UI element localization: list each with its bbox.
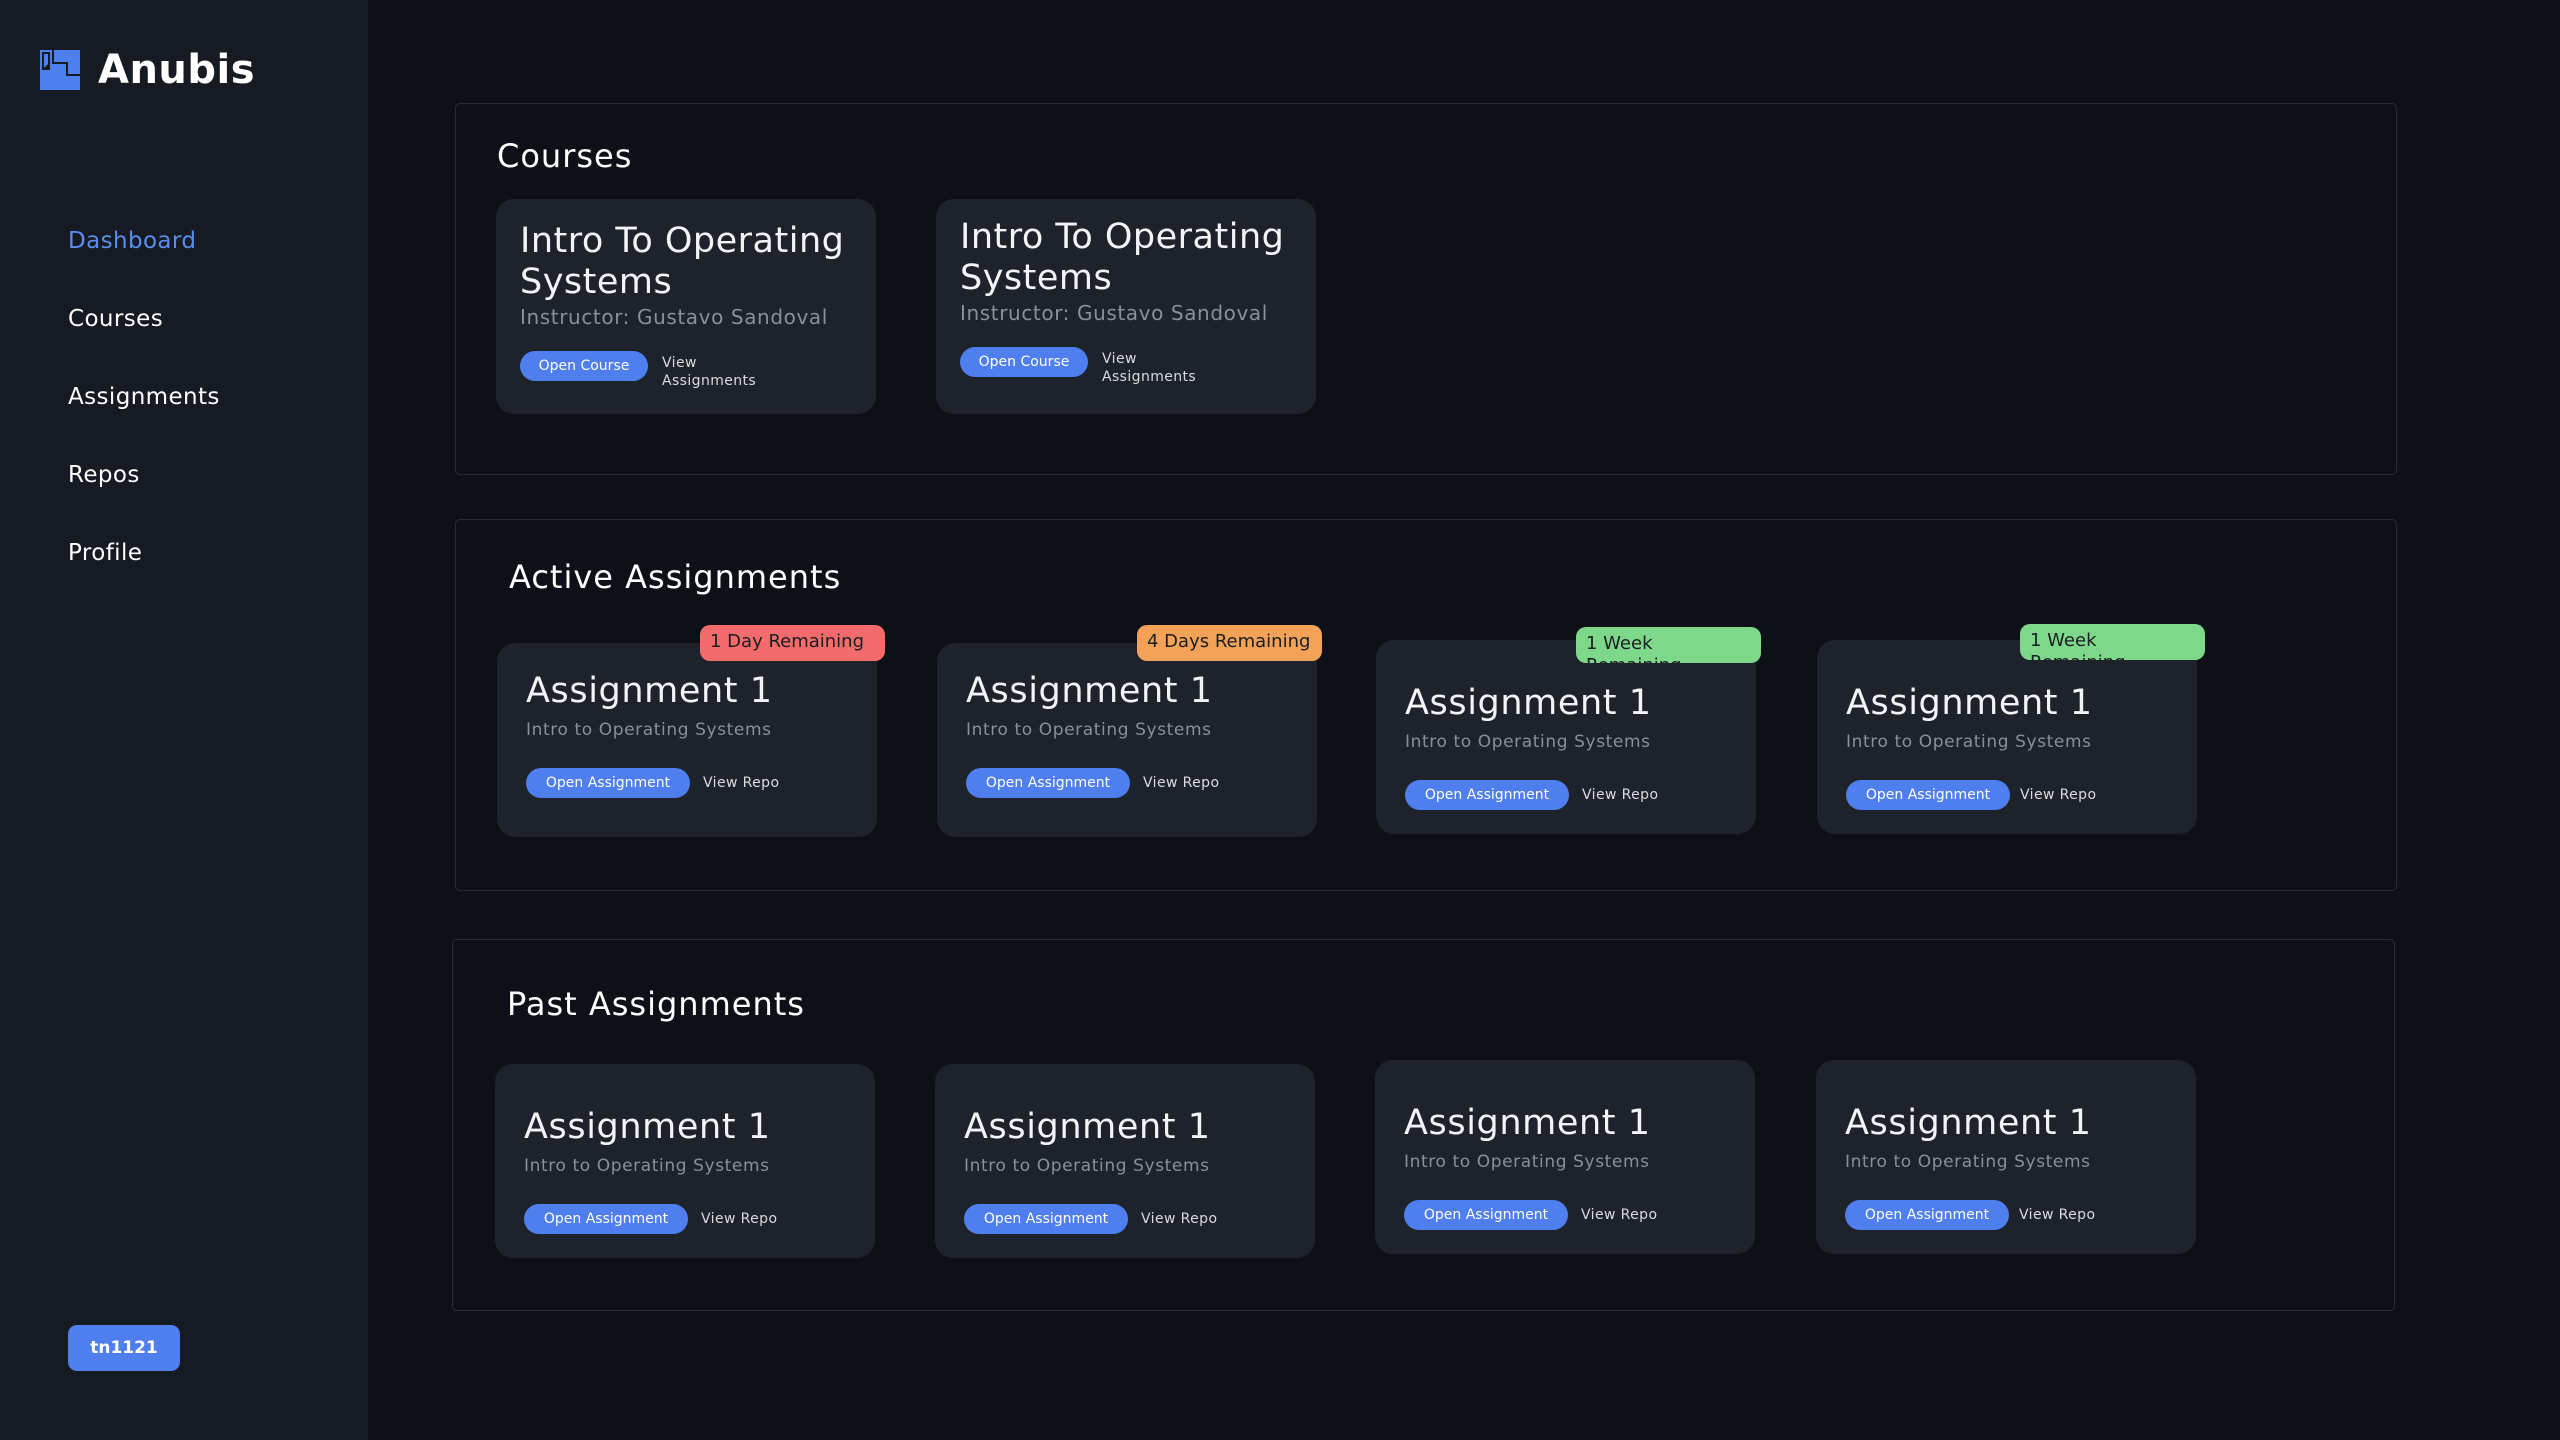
course-instructor: Instructor: Gustavo Sandoval [960,301,1268,325]
sidebar-item-profile[interactable]: Profile [68,532,220,610]
course-name: Intro To Operating Systems [960,217,1285,298]
sidebar-item-courses[interactable]: Courses [68,298,220,376]
sidebar-nav: Dashboard Courses Assignments Repos Prof… [68,220,220,610]
app-name: Anubis [98,47,256,93]
assignment-course: Intro to Operating Systems [524,1156,770,1176]
assignment-course: Intro to Operating Systems [526,720,772,740]
anubis-logo-icon [40,50,80,90]
open-assignment-button[interactable]: Open Assignment [964,1204,1128,1234]
assignment-card: Assignment 1 Intro to Operating Systems … [495,1064,875,1258]
assignment-course: Intro to Operating Systems [964,1156,1210,1176]
deadline-badge: 4 Days Remaining [1137,625,1322,661]
open-assignment-button[interactable]: Open Assignment [524,1204,688,1234]
course-name: Intro To Operating Systems [520,221,845,302]
open-assignment-button[interactable]: Open Assignment [1404,1200,1568,1230]
assignment-card: Assignment 1 Intro to Operating Systems … [497,643,877,837]
assignment-card: Assignment 1 Intro to Operating Systems … [1816,1060,2196,1254]
assignment-card: Assignment 1 Intro to Operating Systems … [1817,640,2197,834]
sidebar-item-dashboard[interactable]: Dashboard [68,220,220,298]
assignment-card: Assignment 1 Intro to Operating Systems … [1376,640,1756,834]
view-repo-link[interactable]: View Repo [1141,1210,1217,1228]
assignment-name: Assignment 1 [966,671,1213,711]
assignment-name: Assignment 1 [964,1107,1211,1147]
assignment-name: Assignment 1 [524,1107,771,1147]
sidebar: Anubis Dashboard Courses Assignments Rep… [0,0,368,1440]
past-assignments-title: Past Assignments [507,985,805,1023]
assignment-name: Assignment 1 [1404,1103,1651,1143]
deadline-badge: 1 Day Remaining [700,625,885,661]
assignment-card: Assignment 1 Intro to Operating Systems … [935,1064,1315,1258]
open-course-button[interactable]: Open Course [960,347,1088,377]
courses-section-title: Courses [497,137,633,175]
open-assignment-button[interactable]: Open Assignment [1405,780,1569,810]
view-repo-link[interactable]: View Repo [1581,1206,1657,1224]
open-assignment-button[interactable]: Open Assignment [526,768,690,798]
course-card: Intro To Operating Systems Instructor: G… [936,199,1316,414]
view-repo-link[interactable]: View Repo [701,1210,777,1228]
view-repo-link[interactable]: View Repo [1143,774,1219,792]
deadline-badge: 1 Week Remaining [2020,624,2205,660]
active-assignments-section: Active Assignments Assignment 1 Intro to… [455,519,2397,891]
assignment-course: Intro to Operating Systems [1845,1152,2091,1172]
user-button[interactable]: tn1121 [68,1325,180,1371]
course-instructor: Instructor: Gustavo Sandoval [520,305,828,329]
sidebar-item-repos[interactable]: Repos [68,454,220,532]
open-assignment-button[interactable]: Open Assignment [1845,1200,2009,1230]
assignment-card: Assignment 1 Intro to Operating Systems … [1375,1060,1755,1254]
assignment-name: Assignment 1 [1846,683,2093,723]
brand[interactable]: Anubis [40,47,256,93]
view-repo-link[interactable]: View Repo [703,774,779,792]
assignment-course: Intro to Operating Systems [1404,1152,1650,1172]
deadline-badge: 1 Week Remaining [1576,627,1761,663]
open-course-button[interactable]: Open Course [520,351,648,381]
assignment-course: Intro to Operating Systems [1405,732,1651,752]
active-assignments-title: Active Assignments [509,558,842,596]
assignment-name: Assignment 1 [1405,683,1652,723]
view-repo-link[interactable]: View Repo [2019,1206,2095,1224]
assignment-course: Intro to Operating Systems [1846,732,2092,752]
sidebar-item-assignments[interactable]: Assignments [68,376,220,454]
courses-section: Courses Intro To Operating Systems Instr… [455,103,2397,475]
view-repo-link[interactable]: View Repo [2020,786,2096,804]
view-repo-link[interactable]: View Repo [1582,786,1658,804]
course-card: Intro To Operating Systems Instructor: G… [496,199,876,414]
open-assignment-button[interactable]: Open Assignment [1846,780,2010,810]
open-assignment-button[interactable]: Open Assignment [966,768,1130,798]
assignment-card: Assignment 1 Intro to Operating Systems … [937,643,1317,837]
assignment-name: Assignment 1 [526,671,773,711]
assignment-name: Assignment 1 [1845,1103,2092,1143]
view-assignments-link[interactable]: View Assignments [1102,350,1202,386]
view-assignments-link[interactable]: View Assignments [662,354,762,390]
assignment-course: Intro to Operating Systems [966,720,1212,740]
past-assignments-section: Past Assignments Assignment 1 Intro to O… [452,939,2395,1311]
